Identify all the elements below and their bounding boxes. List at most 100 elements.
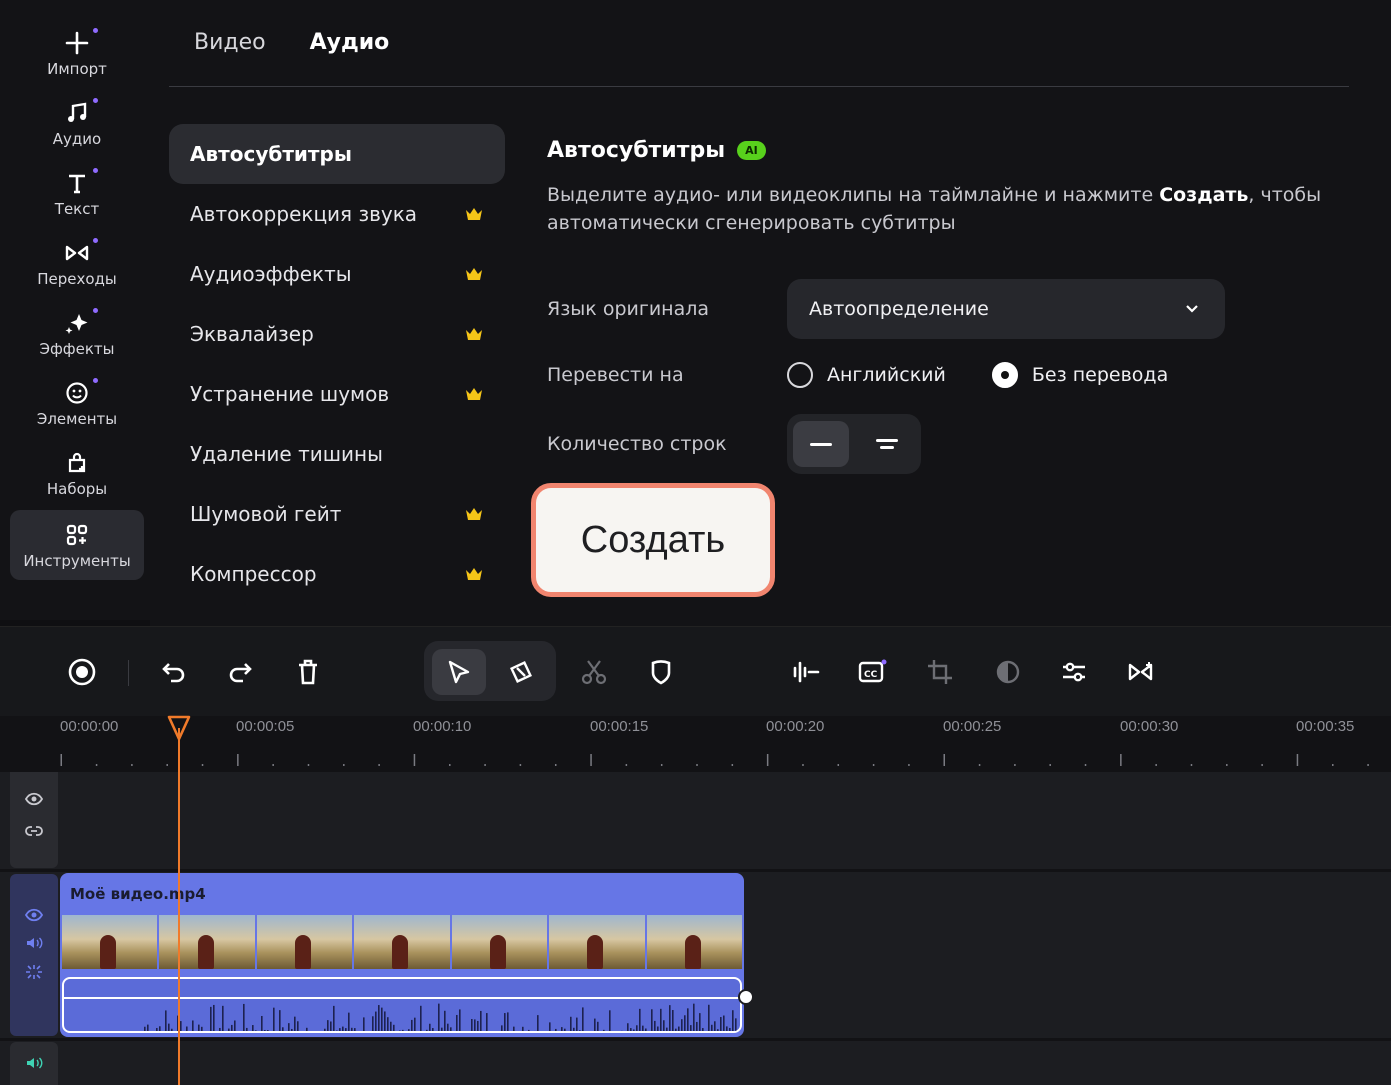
clip-name: Моё видео.mp4 [70,885,206,903]
sidebar-item-text[interactable]: Текст [10,158,144,228]
chevron-down-icon [1186,305,1198,313]
radio-no-translation[interactable]: Без перевода [991,362,1169,388]
transition-icon [1128,662,1153,681]
select-tool-button[interactable] [435,649,483,695]
menu-item-noise-removal[interactable]: Устранение шумов [169,364,505,424]
sidebar-item-label: Текст [54,200,100,218]
menu-item-auto-audio-correction[interactable]: Автокоррекция звука [169,184,505,244]
source-language-row: Язык оригинала Автоопределение [547,279,1225,339]
menu-item-label: Шумовой гейт [190,502,342,526]
undo-button[interactable] [150,649,198,695]
audio-split-button[interactable] [782,649,830,695]
sparkle-icon[interactable] [25,964,43,980]
eye-icon[interactable] [25,908,43,922]
menu-item-autosubtitles[interactable]: Автосубтитры [169,124,505,184]
autosubtitles-settings: Автосубтитры AI Выделите аудио- или виде… [547,138,1367,474]
playhead-handle[interactable] [167,715,191,741]
speaker-icon[interactable] [25,1056,43,1070]
menu-item-audio-effects[interactable]: Аудиоэффекты [169,244,505,304]
audio-track-controls [10,1042,58,1085]
thumbnail [159,915,255,969]
time-label: 00:00:20 [766,718,825,735]
desc-bold-text: Создать [1159,184,1249,206]
sidebar-item-label: Наборы [46,480,108,498]
sliders-icon [1063,662,1085,682]
time-label: 00:00:25 [943,718,1002,735]
tab-video[interactable]: Видео [194,30,266,55]
transition-button[interactable] [1118,649,1166,695]
radio-circle[interactable] [787,362,813,388]
tab-bar: Видео Аудио [194,30,389,55]
sidebar-item-label: Элементы [36,410,118,428]
radio-label: Без перевода [1031,364,1169,386]
radio-english[interactable]: Английский [787,362,946,388]
subtitles-button[interactable]: CC [848,649,896,695]
crown-icon [466,388,482,400]
double-line-button[interactable] [859,421,915,467]
timeline-tracks: Моё видео.mp4 [0,772,1391,1085]
cursor-icon [448,660,470,684]
single-line-button[interactable] [793,421,849,467]
adjust-button[interactable] [1050,649,1098,695]
translate-label: Перевести на [547,364,684,386]
sidebar-item-tools[interactable]: Инструменты [10,510,144,580]
sidebar-item-label: Аудио [52,130,102,148]
record-button[interactable] [58,649,106,695]
text-icon [62,168,98,198]
source-language-select[interactable]: Автоопределение [787,279,1225,339]
line-count-row: Количество строк [547,414,921,474]
time-label: 00:00:10 [413,718,472,735]
menu-item-label: Удаление тишины [190,442,383,466]
marker-tool-button[interactable] [497,649,545,695]
translate-row: Перевести на Английский Без перевода [547,362,1214,388]
plus-icon [62,28,98,58]
sidebar-item-effects[interactable]: Эффекты [10,298,144,368]
time-label: 00:00:35 [1296,718,1355,735]
eye-icon[interactable] [25,792,43,806]
menu-item-silence-removal[interactable]: Удаление тишины [169,424,505,484]
shield-icon [651,660,671,685]
radio-circle[interactable] [991,362,1018,388]
menu-item-compressor[interactable]: Компрессор [169,544,505,604]
sidebar-item-transitions[interactable]: Переходы [10,228,144,298]
music-note-icon [62,98,98,128]
menu-item-equalizer[interactable]: Эквалайзер [169,304,505,364]
divider [0,1038,1391,1041]
create-button[interactable]: Создать [581,519,725,562]
tab-audio[interactable]: Аудио [310,30,390,55]
sidebar-item-sets[interactable]: Наборы [10,438,144,508]
audio-tools-menu: Автосубтитры Автокоррекция звука Аудиоэф… [169,124,505,604]
crown-icon [466,568,482,580]
redo-button[interactable] [216,649,264,695]
redo-icon [229,663,252,683]
speaker-icon[interactable] [25,936,43,950]
timeline-ruler[interactable]: 00:00:00 00:00:05 00:00:10 00:00:15 00:0… [0,716,1391,772]
menu-item-label: Компрессор [190,562,317,586]
sidebar-item-audio[interactable]: Аудио [10,88,144,158]
thumbnail [62,915,158,969]
settings-description: Выделите аудио- или видеоклипы на таймла… [547,181,1357,237]
thumbnail [549,915,645,969]
radio-label: Английский [827,364,946,386]
volume-handle[interactable] [738,989,754,1005]
color-button[interactable] [984,649,1032,695]
playhead[interactable] [178,728,180,1085]
tools-panel: Видео Аудио Автосубтитры Автокоррекция з… [150,0,1391,626]
menu-item-noise-gate[interactable]: Шумовой гейт [169,484,505,544]
time-label: 00:00:30 [1120,718,1179,735]
track-controls [10,772,58,868]
shield-button[interactable] [637,649,685,695]
split-button[interactable] [570,649,618,695]
left-sidebar: Импорт Аудио Текст Переходы Эффекты Элем… [0,0,150,620]
sidebar-item-import[interactable]: Импорт [10,18,144,88]
contrast-icon [996,660,1020,684]
crop-button[interactable] [916,649,964,695]
delete-button[interactable] [284,649,332,695]
divider [169,86,1349,87]
clip-audio-waveform[interactable] [62,977,742,1033]
sidebar-item-elements[interactable]: Элементы [10,368,144,438]
scissors-icon [581,660,607,685]
video-clip[interactable]: Моё видео.mp4 [60,873,744,1037]
select-value: Автоопределение [809,298,989,320]
link-icon[interactable] [25,824,43,838]
